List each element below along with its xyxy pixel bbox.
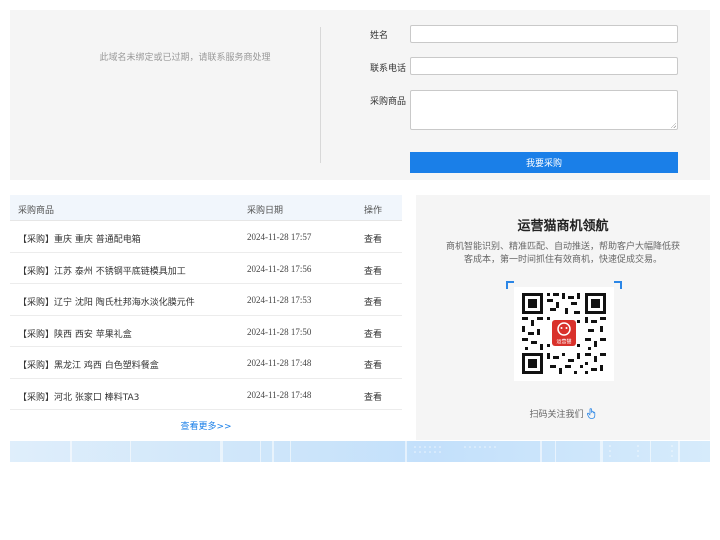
- row-goods[interactable]: 【采购】辽宁 沈阳 陶氏杜邦海水淡化膜元件: [18, 295, 195, 308]
- inquiry-panel: 此域名未绑定或已过期，请联系服务商处理 姓名 联系电话 采购商品 我要采购: [10, 10, 710, 180]
- table-header: 采购商品 采购日期 操作: [10, 195, 402, 221]
- scan-tip-label: 扫码关注我们: [529, 410, 584, 420]
- row-date: 2024-11-28 17:50: [247, 326, 312, 337]
- row-date: 2024-11-28 17:48: [247, 389, 312, 400]
- row-date: 2024-11-28 17:48: [247, 358, 312, 368]
- table-row: 【采购】河北 张家口 棒料TA3 2024-11-28 17:48 查看: [10, 379, 402, 410]
- goods-label: 采购商品: [370, 97, 407, 107]
- row-date: 2024-11-28 17:56: [247, 263, 312, 274]
- view-link[interactable]: 查看: [364, 358, 382, 371]
- column-header-date: 采购日期: [247, 206, 284, 216]
- qr-code-icon: 运营猫: [514, 287, 614, 381]
- view-link[interactable]: 查看: [364, 232, 382, 245]
- column-header-goods: 采购商品: [18, 206, 55, 216]
- table-row: 【采购】陕西 西安 苹果礼盒 2024-11-28 17:50 查看: [10, 316, 402, 347]
- row-date: 2024-11-28 17:57: [247, 232, 312, 242]
- row-goods[interactable]: 【采购】黑龙江 鸡西 白色塑料餐盒: [18, 358, 159, 371]
- name-label: 姓名: [370, 31, 389, 41]
- name-field[interactable]: [410, 25, 678, 43]
- column-header-action: 操作: [364, 206, 383, 216]
- table-row: 【采购】江苏 泰州 不锈钢平底链模具加工 2024-11-28 17:56 查看: [10, 253, 402, 284]
- banner-pattern: [70, 441, 680, 462]
- view-link[interactable]: 查看: [364, 390, 382, 403]
- phone-field[interactable]: [410, 57, 678, 75]
- promo-title: 运营猫商机领航: [517, 219, 609, 234]
- row-goods[interactable]: 【采购】重庆 重庆 普通配电箱: [18, 232, 141, 245]
- pointing-hand-icon: [587, 408, 596, 419]
- row-date: 2024-11-28 17:53: [247, 295, 312, 305]
- row-goods[interactable]: 【采购】江苏 泰州 不锈钢平底链模具加工: [18, 264, 186, 277]
- view-link[interactable]: 查看: [364, 264, 382, 277]
- view-more-link[interactable]: 查看更多>>: [10, 419, 402, 432]
- purchase-submit-button[interactable]: 我要采购: [410, 152, 678, 173]
- table-row: 【采购】黑龙江 鸡西 白色塑料餐盒 2024-11-28 17:48 查看: [10, 347, 402, 379]
- decorative-banner: [10, 441, 710, 462]
- row-goods[interactable]: 【采购】河北 张家口 棒料TA3: [18, 390, 139, 403]
- qr-code-image: 运营猫: [514, 287, 614, 381]
- phone-label: 联系电话: [370, 64, 407, 74]
- scan-tip: 扫码关注我们: [416, 407, 710, 420]
- promo-description: 商机智能识别、精准匹配、自动推送，帮助客户大幅降低获客成本，第一时间抓住有效商机…: [445, 242, 680, 265]
- panel-divider: [320, 27, 321, 163]
- frame-corner: [614, 281, 622, 289]
- view-link[interactable]: 查看: [364, 327, 382, 340]
- view-link[interactable]: 查看: [364, 295, 382, 308]
- qr-code-frame: 运营猫: [506, 281, 622, 381]
- purchase-table: 采购商品 采购日期 操作 【采购】重庆 重庆 普通配电箱 2024-11-28 …: [10, 195, 402, 440]
- row-goods[interactable]: 【采购】陕西 西安 苹果礼盒: [18, 327, 132, 340]
- table-row: 【采购】重庆 重庆 普通配电箱 2024-11-28 17:57 查看: [10, 221, 402, 253]
- domain-expired-notice: 此域名未绑定或已过期，请联系服务商处理: [99, 53, 271, 63]
- goods-textarea[interactable]: [410, 90, 678, 130]
- promo-panel: 运营猫商机领航 商机智能识别、精准匹配、自动推送，帮助客户大幅降低获客成本，第一…: [416, 195, 710, 440]
- frame-corner: [506, 281, 514, 289]
- table-row: 【采购】辽宁 沈阳 陶氏杜邦海水淡化膜元件 2024-11-28 17:53 查…: [10, 284, 402, 316]
- resize-grip-icon[interactable]: [670, 122, 676, 128]
- qr-logo-text: 运营猫: [556, 338, 571, 345]
